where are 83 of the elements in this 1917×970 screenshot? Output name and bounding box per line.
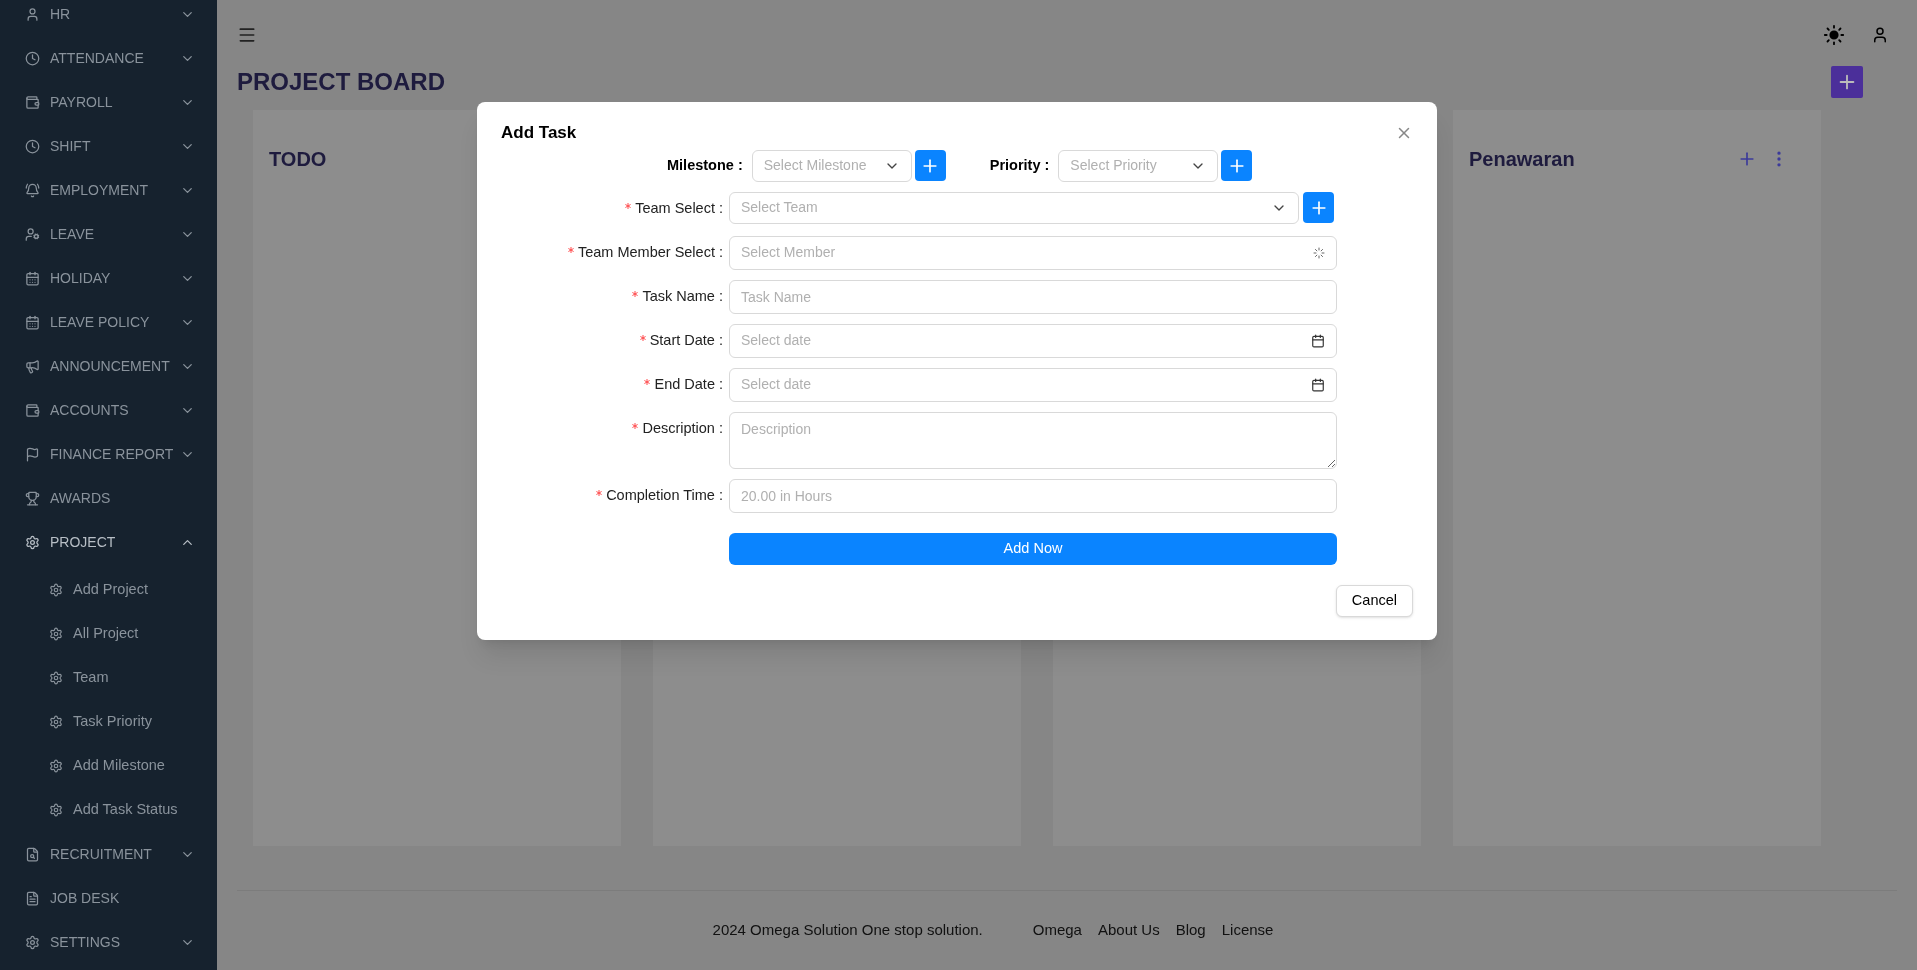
calendar-icon xyxy=(1311,377,1325,392)
cancel-button[interactable]: Cancel xyxy=(1335,584,1413,617)
person-icon xyxy=(25,6,40,22)
clock-icon xyxy=(25,138,40,154)
add-now-button[interactable]: Add Now xyxy=(729,532,1337,565)
dialog-title: Add Task xyxy=(501,122,577,144)
field-label: Start Date : xyxy=(649,330,723,350)
sidebar-item[interactable]: RECRUITMENT xyxy=(0,832,217,876)
sidebar-item[interactable]: SHIFT xyxy=(0,124,217,168)
add-button[interactable] xyxy=(914,150,946,181)
sidebar-subitem[interactable]: Add Project xyxy=(0,568,217,612)
sidebar-item[interactable]: LEAVE xyxy=(0,212,217,256)
add-button[interactable] xyxy=(1303,192,1334,223)
menu-icon[interactable] xyxy=(237,25,257,45)
field-label: Description : xyxy=(642,418,723,438)
field-label: End Date : xyxy=(654,374,723,394)
trophy-icon xyxy=(25,490,40,506)
gear-icon xyxy=(49,671,63,685)
wallet-icon xyxy=(25,402,40,418)
input-field[interactable]: Task Name xyxy=(729,279,1337,314)
gear-icon xyxy=(25,534,40,550)
document-icon xyxy=(25,846,40,862)
sidebar-subitem[interactable]: Add Task Status xyxy=(0,788,217,832)
page-title: PROJECT BOARD xyxy=(237,67,446,97)
sidebar-item[interactable]: HOLIDAY xyxy=(0,256,217,300)
sidebar-item[interactable]: EMPLOYMENT xyxy=(0,168,217,212)
footer-text: 2024 Omega Solution One stop solution. xyxy=(712,919,983,940)
sidebar-item[interactable]: LEAVE POLICY xyxy=(0,300,217,344)
sidebar-item[interactable]: ACCOUNTS xyxy=(0,388,217,432)
placeholder-text: Select Team xyxy=(741,198,819,217)
placeholder-text: Select date xyxy=(741,375,813,394)
calendar-icon xyxy=(25,270,40,286)
clock-icon xyxy=(25,50,40,66)
megaphone-icon xyxy=(25,358,40,374)
column-title: TODO xyxy=(269,147,327,172)
placeholder-text: Select Member xyxy=(741,243,837,262)
flag-icon xyxy=(25,446,40,462)
placeholder-text: Select date xyxy=(741,331,813,350)
placeholder-text: Select Priority xyxy=(1070,156,1158,175)
sidebar-subitem[interactable]: Team xyxy=(0,656,217,700)
gear-icon xyxy=(49,759,63,773)
sidebar-item[interactable]: JOB DESK xyxy=(0,876,217,920)
field-label: Priority : xyxy=(989,155,1050,175)
sidebar-subitem[interactable]: All Project xyxy=(0,612,217,656)
gear-icon xyxy=(49,627,63,641)
person-icon xyxy=(25,226,40,242)
bell-icon xyxy=(25,182,40,198)
gear-icon xyxy=(25,934,40,950)
user-icon[interactable] xyxy=(1871,26,1889,44)
add-button[interactable] xyxy=(1221,150,1253,181)
textarea-field[interactable]: Description xyxy=(729,411,1337,469)
sidebar-item[interactable]: PROJECT xyxy=(0,520,217,564)
footer-link[interactable]: License xyxy=(1221,918,1274,942)
footer-link[interactable]: Omega xyxy=(1032,918,1082,942)
footer-link[interactable]: About Us xyxy=(1097,918,1160,942)
column-title: Penawaran xyxy=(1469,147,1575,172)
sidebar-item[interactable]: SETTINGS xyxy=(0,920,217,964)
sidebar-subitem[interactable]: Task Priority xyxy=(0,700,217,744)
placeholder-text: Select Milestone xyxy=(763,156,868,175)
document-icon xyxy=(25,890,40,906)
field-label: Team Select : xyxy=(635,198,723,218)
field-label: Team Member Select : xyxy=(577,242,723,262)
gear-icon xyxy=(49,715,63,729)
field-label: Task Name : xyxy=(642,286,723,306)
field-label: Completion Time : xyxy=(606,485,723,505)
add-button[interactable] xyxy=(1831,66,1863,98)
sidebar-item[interactable]: HR xyxy=(0,0,217,36)
field-label: Milestone : xyxy=(667,155,743,175)
sidebar-item[interactable]: FINANCE REPORT xyxy=(0,432,217,476)
calendar-icon xyxy=(25,314,40,330)
wallet-icon xyxy=(25,94,40,110)
sun-icon[interactable] xyxy=(1823,24,1845,46)
sidebar-item[interactable]: PAYROLL xyxy=(0,80,217,124)
gear-icon xyxy=(49,583,63,597)
sidebar-item[interactable]: ATTENDANCE xyxy=(0,36,217,80)
input-field[interactable]: 20.00 in Hours xyxy=(729,478,1337,513)
footer-link[interactable]: Blog xyxy=(1175,918,1206,942)
spinner-icon xyxy=(1313,246,1325,259)
sidebar-item[interactable]: ANNOUNCEMENT xyxy=(0,344,217,388)
sidebar-item[interactable]: AWARDS xyxy=(0,476,217,520)
calendar-icon xyxy=(1311,333,1325,348)
gear-icon xyxy=(49,803,63,817)
sidebar-subitem[interactable]: Add Milestone xyxy=(0,744,217,788)
